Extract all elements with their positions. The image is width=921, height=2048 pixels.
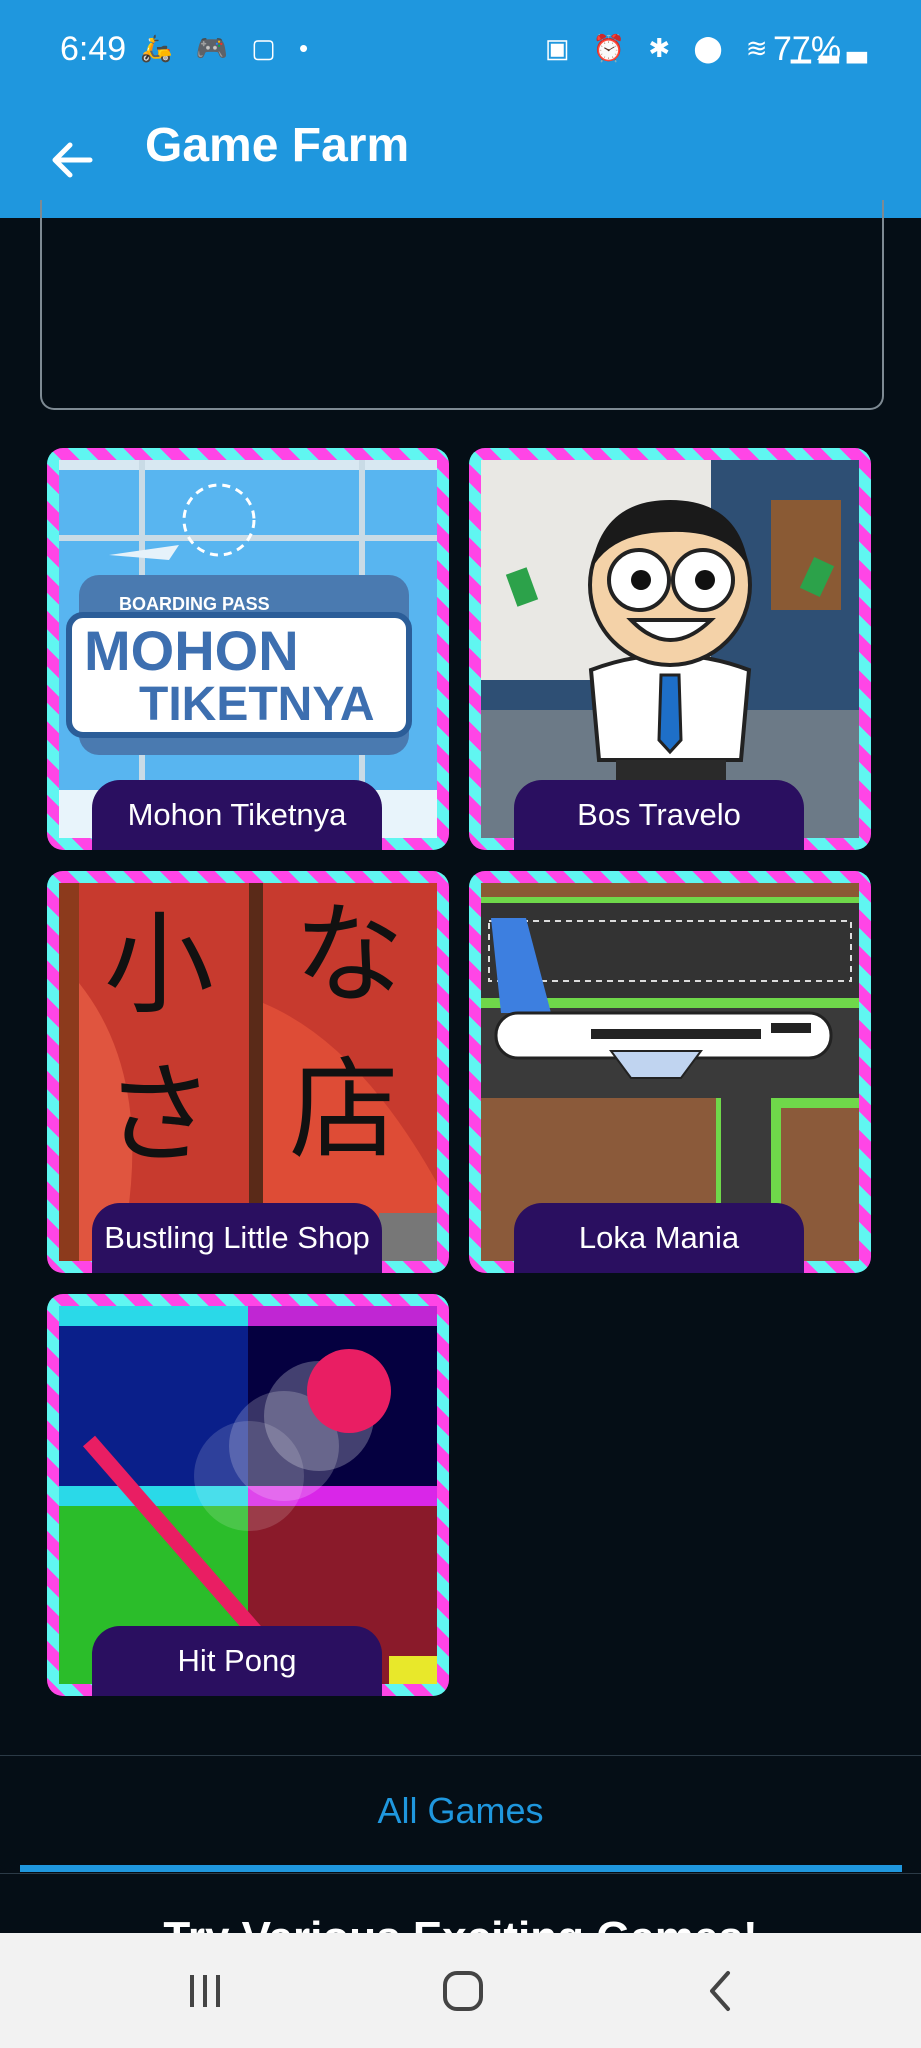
arrow-left-icon xyxy=(52,142,93,178)
tab-all-games[interactable]: All Games xyxy=(0,1790,921,1832)
delivery-icon: 🛵 xyxy=(140,33,181,63)
system-nav-bar xyxy=(0,1933,921,2048)
game-controller-icon: 🎮 xyxy=(195,33,236,63)
notification-icons: 🛵 🎮 ▢ • xyxy=(140,33,316,64)
battery-percentage: 77% xyxy=(773,30,842,68)
game-card-bos-travelo[interactable]: Bos Travelo xyxy=(469,448,871,850)
instagram-icon: ▢ xyxy=(251,33,284,63)
recent-apps-icon[interactable] xyxy=(185,1971,225,2011)
status-time: 6:49 xyxy=(60,30,127,68)
tab-indicator xyxy=(20,1865,902,1872)
game-title: Bos Travelo xyxy=(514,780,804,850)
alarm-icon: ⏰ xyxy=(592,33,634,63)
game-card-loka-mania[interactable]: Loka Mania xyxy=(469,871,871,1273)
page-title: Game Farm xyxy=(145,119,410,172)
back-button[interactable] xyxy=(40,127,106,193)
dot-icon: • xyxy=(299,33,317,63)
game-title: Loka Mania xyxy=(514,1203,804,1273)
game-card-hit-pong[interactable]: Hit Pong xyxy=(47,1294,449,1696)
art-text-4: 店 xyxy=(289,1046,399,1174)
art-text-3: さ xyxy=(104,1051,214,1179)
status-bar: 6:49 🛵 🎮 ▢ • ▣ ⏰ ✱ ⬤ ≋ ▁▂▃ 77% xyxy=(0,0,921,100)
art-text-1: 小 xyxy=(104,901,214,1029)
game-title: Hit Pong xyxy=(92,1626,382,1696)
home-icon[interactable] xyxy=(441,1969,485,2013)
wifi-icon: ≋ xyxy=(745,33,776,63)
game-card-bustling-little-shop[interactable]: 小 な さ 店 Bustling Little Shop xyxy=(47,871,449,1273)
location-icon: ⬤ xyxy=(693,33,731,63)
art-text-tiketnya: TIKETNYA xyxy=(139,678,375,731)
divider xyxy=(0,1873,921,1874)
game-title: Bustling Little Shop xyxy=(92,1203,382,1273)
ad-banner-placeholder xyxy=(40,200,884,410)
battery-saver-icon: ▣ xyxy=(545,33,578,63)
art-text-mohon: MOHON xyxy=(84,619,299,682)
bluetooth-icon: ✱ xyxy=(648,33,679,63)
game-title: Mohon Tiketnya xyxy=(92,780,382,850)
art-text-2: な xyxy=(294,891,404,1019)
back-icon[interactable] xyxy=(700,1969,740,2013)
game-card-mohon-tiketnya[interactable]: BOARDING PASS MOHON TIKETNYA Mohon Tiket… xyxy=(47,448,449,850)
art-text-boarding-pass: BOARDING PASS xyxy=(119,594,270,614)
